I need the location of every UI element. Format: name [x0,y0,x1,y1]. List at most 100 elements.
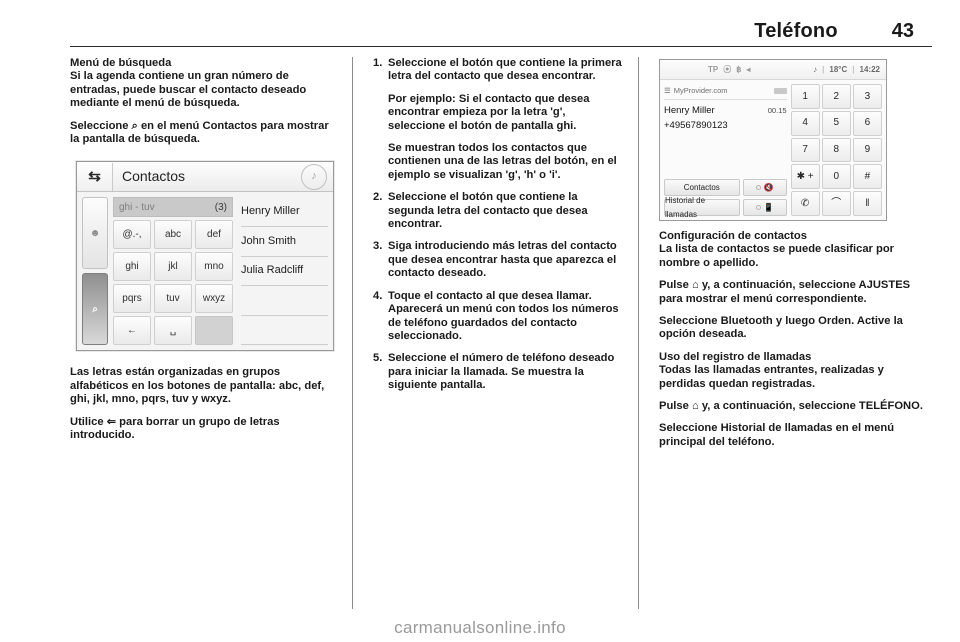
key-ghi[interactable]: ghi [113,252,151,282]
list-item: 3. Siga introduciendo más letras del con… [373,240,622,280]
key-def[interactable]: def [195,220,233,250]
keypad-4[interactable]: 4 [790,110,820,136]
page-number: 43 [891,20,914,42]
right-column: TP ⦿ ฿ ◂ ♪ | 18°C | 14:22 ☰ MyProvider.c… [638,57,930,609]
mute-toggle[interactable]: 🔇 [742,179,787,196]
keypad-6[interactable]: 6 [852,110,882,136]
key-space[interactable]: ␣ [154,316,192,346]
manual-page: Teléfono 43 Menú de búsqueda Si la agend… [0,0,960,642]
keypad-1[interactable]: 1 [790,84,820,109]
step-number: 2. [373,191,383,204]
phone-action-buttons: Contactos 🔇 Historial de llamadas 📱 [664,179,787,219]
backspace-icon[interactable]: ← [113,316,151,346]
keypad-5[interactable]: 5 [821,110,851,136]
status-left-icons: TP ⦿ ฿ ◂ [708,63,750,76]
paragraph-settings-before: Pulse [659,279,689,292]
step-text: Toque el contacto al que desea llamar. A… [388,289,619,342]
keypad-star[interactable]: ✱ + [790,164,820,190]
call-info-panel: ☰ MyProvider.com Henry Miller 00.15 +495… [664,84,787,219]
key-symbols[interactable]: @.-, [113,220,151,250]
speaker-icon: ◂ [746,64,751,74]
handset-transfer-toggle[interactable]: 📱 [742,199,787,216]
key-tuv[interactable]: tuv [154,284,192,314]
button-row: Historial de llamadas 📱 [664,196,787,219]
call-icon[interactable]: ✆ [790,191,820,216]
step-number: 5. [373,352,383,365]
list-item[interactable]: Henry Miller [241,197,328,228]
contact-results-list: Henry Miller John Smith Julia Radcliff [238,197,328,346]
keypad-0[interactable]: 0 [821,164,851,190]
side-tab-strip: ☻ ⌕ [82,197,108,346]
bluetooth-icon: ฿ [736,64,742,74]
pause-icon[interactable]: ‖ [852,191,882,216]
paragraph-open-phone: Pulse ⌂ y, a continuación, seleccione TE… [659,400,930,413]
music-note-icon: ♪ [813,64,818,74]
letter-keypad: @.-, abc def ghi jkl mno pqrs tuv wxyz ← [113,220,233,346]
hangup-icon[interactable]: ⌒ [821,191,851,216]
list-item[interactable]: John Smith [241,227,328,257]
section-heading-search-menu: Menú de búsqueda [70,57,172,69]
step-text: Seleccione el botón que contiene la prim… [388,57,622,83]
left-column: Menú de búsqueda Si la agenda contiene u… [70,57,352,609]
phone-call-screenshot: TP ⦿ ฿ ◂ ♪ | 18°C | 14:22 ☰ MyProvider.c… [659,59,887,221]
section-heading-call-log: Uso del registro de llamadas [659,350,812,363]
paragraph-delete-letters: Utilice ⇐ para borrar un grupo de letras… [70,416,336,443]
keypad-3[interactable]: 3 [852,84,882,109]
page-title: Teléfono [754,20,838,42]
search-icon: ⌕ [131,119,138,132]
screen-title: Contactos [122,168,186,185]
music-note-icon[interactable]: ♪ [301,163,327,190]
list-item: 5. Seleccione el número de teléfono dese… [373,352,622,392]
key-abc[interactable]: abc [154,220,192,250]
screen-top-bar: ⇆ Contactos ♪ [77,162,333,193]
numbered-steps-list: 1. Seleccione el botón que contiene la p… [373,57,622,393]
keypad-8[interactable]: 8 [821,137,851,163]
provider-row: ☰ MyProvider.com [664,84,787,101]
callee-row: Henry Miller 00.15 [664,104,787,117]
keypad-9[interactable]: 9 [852,137,882,163]
footer-watermark: carmanualsonline.info [394,618,566,637]
contact-name: Henry Miller [664,105,715,117]
contacts-search-screenshot: ⇆ Contactos ♪ ☻ ⌕ ghi - tuv (3) @.-, abc… [70,155,336,358]
key-pqrs[interactable]: pqrs [113,284,151,314]
key-wxyz[interactable]: wxyz [195,284,233,314]
keypad-hash[interactable]: # [852,164,882,190]
search-input[interactable]: ghi - tuv (3) [113,197,233,218]
list-item: 4. Toque el contacto al que desea llamar… [373,290,622,344]
key-blank [195,316,233,346]
signal-icon: ☰ [664,86,671,95]
clock-readout: 14:22 [859,64,880,74]
temperature-readout: 18°C [829,64,848,74]
list-item[interactable]: Julia Radcliff [241,257,328,287]
handset-transfer-icon: 📱 [763,202,774,212]
phone-number: +49567890123 [664,119,728,131]
person-icon[interactable]: ☻ [82,197,108,270]
section-heading-contact-settings: Configuración de contactos [659,230,807,242]
page-header: Teléfono 43 [70,20,932,47]
status-bar: TP ⦿ ฿ ◂ ♪ | 18°C | 14:22 [660,60,886,80]
keypad-2[interactable]: 2 [821,84,851,109]
paragraph-phone-after: y, a continuación, seleccione TELÉFONO. [701,400,923,413]
list-item [241,316,328,346]
back-icon[interactable]: ⇆ [77,162,113,191]
key-mno[interactable]: mno [195,252,233,282]
paragraph-select-search-before: Seleccione [70,119,129,132]
keypad-7[interactable]: 7 [790,137,820,163]
step-body: Seleccione el número de teléfono deseado… [388,352,622,392]
step-body: Toque el contacto al que desea llamar. A… [388,290,622,344]
step-number: 3. [373,240,383,253]
led-indicator [755,185,761,190]
screen-body: ☻ ⌕ ghi - tuv (3) @.-, abc def ghi jkl m… [77,192,333,350]
paragraph-open-settings: Pulse ⌂ y, a continuación, seleccione AJ… [659,279,930,306]
three-column-body: Menú de búsqueda Si la agenda contiene u… [28,57,932,609]
phone-screen-body: ☰ MyProvider.com Henry Miller 00.15 +495… [660,80,886,220]
search-icon[interactable]: ⌕ [82,273,108,346]
step-body: Seleccione el botón que contiene la segu… [388,191,622,231]
call-duration: 00.15 [767,106,787,116]
paragraph-letter-groups: Las letras están organizadas en grupos a… [70,366,325,406]
list-item: 2. Seleccione el botón que contiene la s… [373,191,622,231]
call-history-button[interactable]: Historial de llamadas [664,196,740,219]
step-text: Seleccione el botón que contiene la segu… [388,191,588,231]
key-jkl[interactable]: jkl [154,252,192,282]
step-text: Seleccione el número de teléfono deseado… [388,352,615,392]
